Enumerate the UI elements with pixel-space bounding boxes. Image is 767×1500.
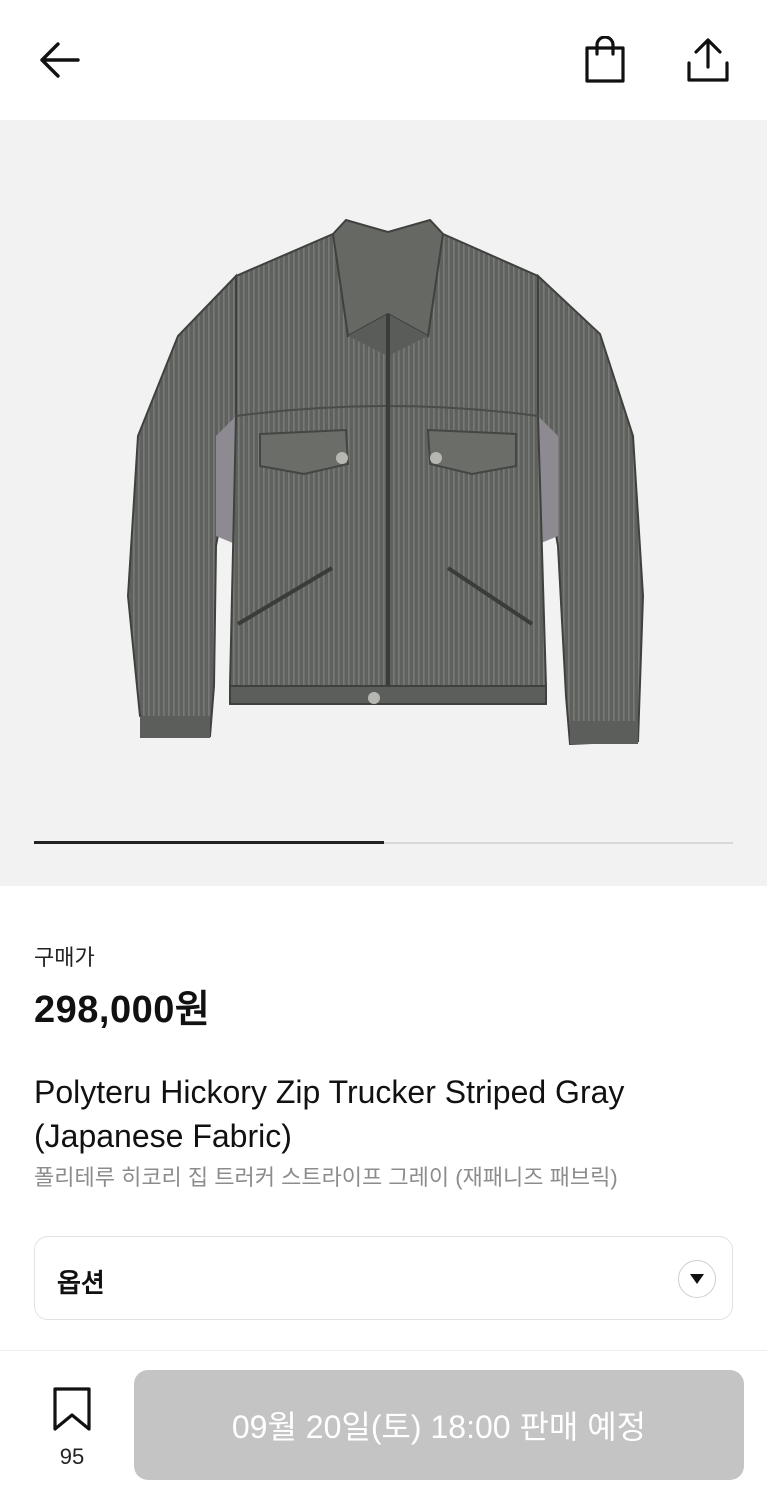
share-button[interactable] (680, 32, 736, 88)
product-image (126, 218, 645, 746)
product-name-korean: 폴리테루 히코리 집 트러커 스트라이프 그레이 (재패니즈 패브릭) (34, 1165, 618, 1190)
price-label: 구매가 (34, 945, 95, 970)
share-icon (687, 38, 729, 82)
shopping-bag-icon (585, 36, 625, 83)
product-image-gallery[interactable] (0, 120, 767, 886)
wishlist-button[interactable]: 95 (40, 1382, 104, 1474)
dropdown-button[interactable] (678, 1260, 716, 1298)
back-button[interactable] (30, 34, 86, 86)
bookmark-icon (53, 1387, 91, 1431)
bottom-bar-divider (0, 1350, 767, 1351)
product-name-english: Polyteru Hickory Zip Trucker Striped Gra… (34, 1074, 625, 1154)
image-progress-track (34, 841, 733, 844)
option-select[interactable]: 옵션 (34, 1236, 733, 1320)
option-label: 옵션 (57, 1268, 105, 1298)
shopping-bag-button[interactable] (578, 32, 632, 88)
arrow-left-icon (40, 42, 80, 78)
top-navigation-bar (0, 0, 767, 120)
wishlist-count: 95 (59, 1444, 85, 1469)
purchase-scheduled-button[interactable]: 09월 20일(토) 18:00 판매 예정 (134, 1370, 744, 1480)
product-price: 298,000원 (34, 989, 211, 1031)
image-progress-indicator (34, 841, 384, 844)
triangle-down-icon (690, 1274, 704, 1284)
